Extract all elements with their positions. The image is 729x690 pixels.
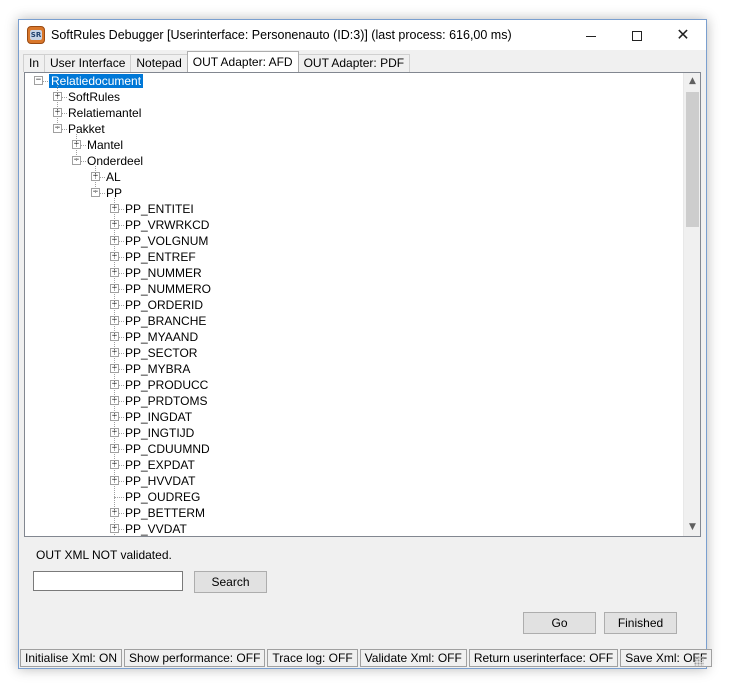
tree-guide-line — [114, 198, 115, 536]
tree-node-label[interactable]: PP_CDUUMND — [125, 442, 210, 456]
tree-node-label[interactable]: Pakket — [68, 122, 105, 136]
xml-tree[interactable]: − Relatiedocument + SoftRules + Relatiemantel… — [25, 73, 683, 536]
tree-node-label[interactable]: PP_BRANCHE — [125, 314, 206, 328]
tree-node-label[interactable]: PP_SECTOR — [125, 346, 197, 360]
vertical-scrollbar[interactable]: ▲ ▼ — [683, 73, 700, 536]
tree-node-label[interactable]: Relatiemantel — [68, 106, 141, 120]
tree-node[interactable]: PP_PRODUCC — [125, 377, 208, 393]
tree-node[interactable]: PP_MYAAND — [125, 329, 198, 345]
tree-node-label[interactable]: PP_MYBRA — [125, 362, 190, 376]
status-panel-trace-log[interactable]: Trace log: OFF — [267, 648, 358, 667]
status-panel-show-performance[interactable]: Show performance: OFF — [124, 648, 266, 667]
tree-node-label[interactable]: SoftRules — [68, 90, 120, 104]
xml-tree-panel: − Relatiedocument + SoftRules + Relatiemantel… — [24, 72, 701, 537]
maximize-button[interactable] — [614, 20, 660, 50]
scroll-down-icon[interactable]: ▼ — [684, 519, 701, 536]
tree-node[interactable]: PP_EXPDAT — [125, 457, 195, 473]
validation-message: OUT XML NOT validated. — [36, 548, 172, 562]
close-icon: ✕ — [676, 25, 690, 44]
tree-node[interactable]: PP_MYBRA — [125, 361, 190, 377]
tree-guide-line — [76, 134, 77, 161]
tree-node[interactable]: PP_BRANCHE — [125, 313, 206, 329]
tree-node-label[interactable]: PP_NUMMER — [125, 266, 202, 280]
tree-node[interactable]: PP_ENTITEI — [125, 201, 194, 217]
tree-node-label[interactable]: PP_MYAAND — [125, 330, 198, 344]
title-bar[interactable]: SR SoftRules Debugger [Userinterface: Pe… — [19, 20, 706, 50]
tree-node[interactable]: AL — [106, 169, 121, 185]
tree-node[interactable]: Relatiemantel — [68, 105, 141, 121]
tree-node[interactable]: PP_OUDREG — [125, 489, 200, 505]
maximize-icon — [632, 31, 642, 42]
tab-out-adapter-pdf[interactable]: OUT Adapter: PDF — [297, 54, 411, 72]
tree-node-label[interactable]: PP_INGDAT — [125, 410, 192, 424]
tree-node-label[interactable]: PP_VRWRKCD — [125, 218, 209, 232]
tree-node-label[interactable]: PP_BETTERM — [125, 506, 205, 520]
tree-node-label[interactable]: PP_NUMMERO — [125, 282, 211, 296]
status-panel-return-userinterface[interactable]: Return userinterface: OFF — [468, 648, 619, 667]
search-input[interactable] — [33, 571, 183, 591]
tree-node[interactable]: PP_NUMMER — [125, 265, 202, 281]
collapse-icon[interactable]: − — [34, 76, 43, 85]
tree-node-label[interactable]: PP_ENTREF — [125, 250, 196, 264]
tree-node[interactable]: PP_INGDAT — [125, 409, 192, 425]
tree-node-label[interactable]: PP_ENTITEI — [125, 202, 194, 216]
status-panel-initialise-xml[interactable]: Initialise Xml: ON — [20, 648, 123, 667]
tree-node[interactable]: PP_VOLGNUM — [125, 233, 208, 249]
tree-connector — [114, 497, 124, 498]
scrollbar-thumb[interactable] — [686, 92, 699, 227]
tree-guide-line — [95, 166, 96, 193]
tree-node-label[interactable]: AL — [106, 170, 121, 184]
tab-in[interactable]: In — [23, 54, 46, 72]
app-icon-label: SR — [30, 30, 42, 40]
resize-grip-icon[interactable] — [694, 656, 704, 666]
status-panel-validate-xml[interactable]: Validate Xml: OFF — [359, 648, 467, 667]
tree-node-label[interactable]: PP_VOLGNUM — [125, 234, 208, 248]
tree-node[interactable]: Relatiedocument — [49, 73, 144, 89]
tree-node-label[interactable]: PP_PRDTOMS — [125, 394, 207, 408]
tree-node-label[interactable]: PP_EXPDAT — [125, 458, 195, 472]
tree-node-label[interactable]: PP_ORDERID — [125, 298, 203, 312]
minimize-button[interactable] — [568, 20, 614, 50]
tab-strip: In User Interface Notepad OUT Adapter: AFD O… — [23, 51, 411, 72]
tree-node[interactable]: Mantel — [87, 137, 123, 153]
tree-node-label[interactable]: PP_HVVDAT — [125, 474, 195, 488]
tree-node[interactable]: PP_HVVDAT — [125, 473, 195, 489]
status-bar: Initialise Xml: ON Show performance: OFF T… — [19, 647, 713, 668]
tree-node[interactable]: PP_VRWRKCD — [125, 217, 209, 233]
tree-node-label[interactable]: PP_OUDREG — [125, 490, 200, 504]
tree-node[interactable]: PP_BETTERM — [125, 505, 205, 521]
tree-node-label[interactable]: Relatiedocument — [49, 74, 144, 88]
search-button[interactable]: Search — [194, 571, 267, 593]
tree-node[interactable]: PP_SECTOR — [125, 345, 197, 361]
close-button[interactable]: ✕ — [660, 20, 706, 50]
scroll-up-icon[interactable]: ▲ — [684, 73, 701, 90]
tree-node-label[interactable]: PP_VVDAT — [125, 522, 187, 536]
tree-node[interactable]: PP_NUMMERO — [125, 281, 211, 297]
debugger-window: SR SoftRules Debugger [Userinterface: Pe… — [18, 19, 713, 669]
tree-node[interactable]: PP_INGTIJD — [125, 425, 194, 441]
minimize-icon — [586, 35, 596, 37]
tree-node[interactable]: PP_ENTREF — [125, 249, 196, 265]
go-button[interactable]: Go — [523, 612, 596, 634]
tree-node-label[interactable]: Mantel — [87, 138, 123, 152]
tree-node-label[interactable]: PP_PRODUCC — [125, 378, 208, 392]
tree-node[interactable]: PP_CDUUMND — [125, 441, 210, 457]
softrules-app-icon: SR — [27, 26, 45, 44]
tree-node[interactable]: Pakket — [68, 121, 105, 137]
tree-node[interactable]: PP_VVDAT — [125, 521, 187, 536]
tab-user-interface[interactable]: User Interface — [44, 54, 132, 72]
tree-node[interactable]: PP_PRDTOMS — [125, 393, 207, 409]
finished-button[interactable]: Finished — [604, 612, 677, 634]
tree-node[interactable]: SoftRules — [68, 89, 120, 105]
tree-guide-line — [57, 86, 58, 129]
tree-node[interactable]: PP_ORDERID — [125, 297, 203, 313]
tab-notepad[interactable]: Notepad — [130, 54, 188, 72]
window-title: SoftRules Debugger [Userinterface: Perso… — [51, 28, 512, 42]
tree-node-label[interactable]: PP_INGTIJD — [125, 426, 194, 440]
tab-out-adapter-afd[interactable]: OUT Adapter: AFD — [186, 51, 299, 72]
